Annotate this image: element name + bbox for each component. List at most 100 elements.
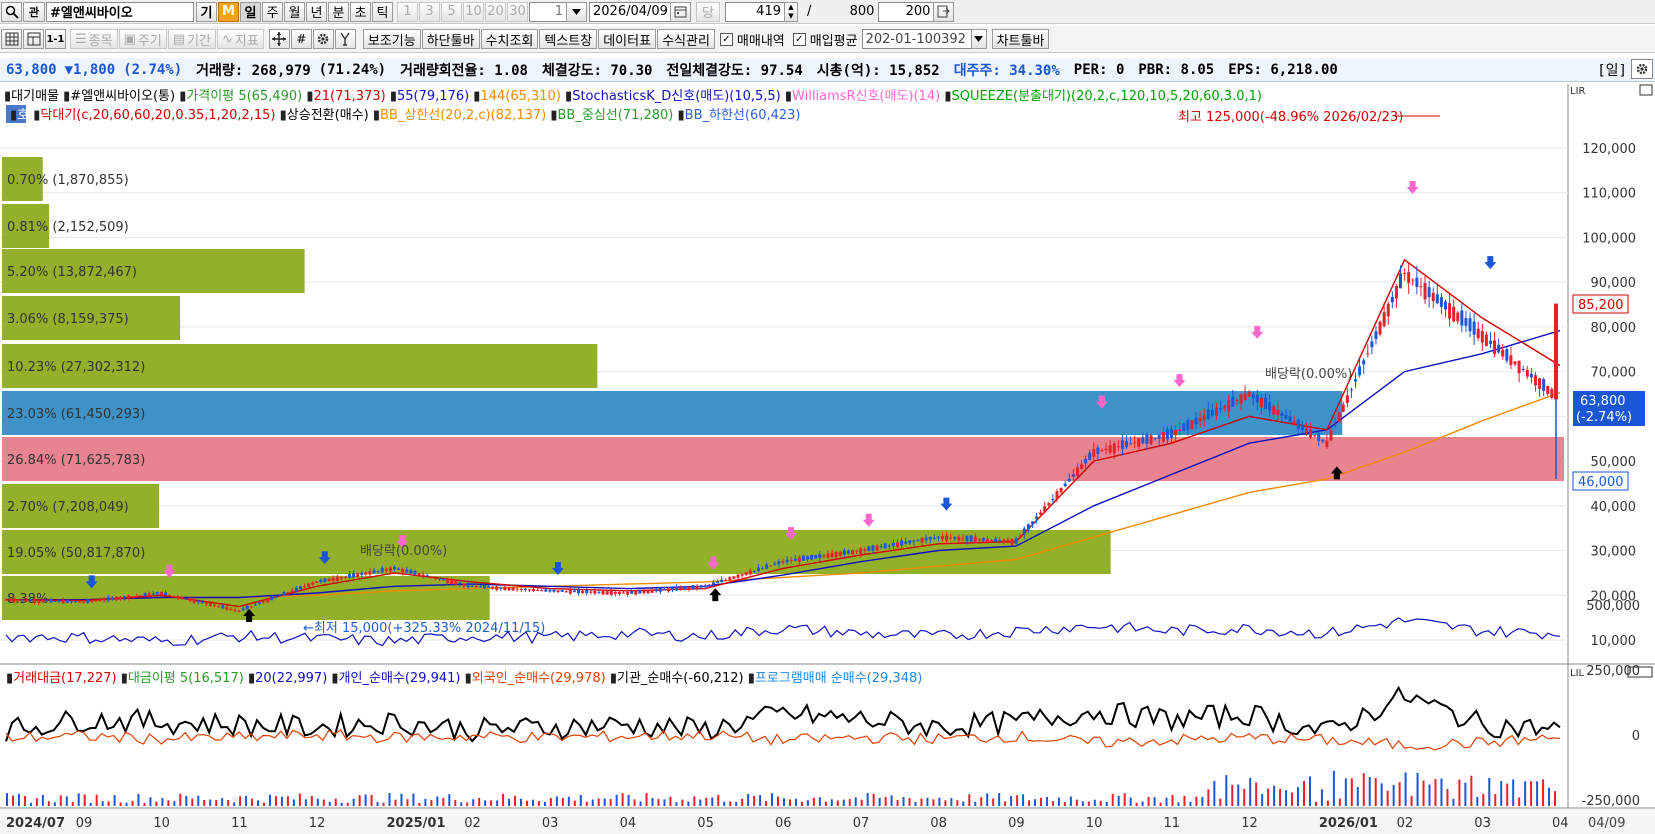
period-button[interactable]: ▣ 주기 <box>118 29 167 49</box>
zoom-apply-icon[interactable] <box>933 1 955 22</box>
minute-5[interactable]: 5 <box>441 1 462 22</box>
minute-1[interactable]: 1 <box>397 1 418 22</box>
candle-body <box>487 586 491 588</box>
indicator-button[interactable]: ∿ 지표 <box>217 29 264 49</box>
period-month[interactable]: 월 <box>284 1 305 22</box>
candle-body <box>290 590 294 593</box>
candle-body <box>883 543 887 549</box>
dock-icon[interactable] <box>1639 84 1653 96</box>
chart-toolbar-button[interactable]: 차트툴바 <box>991 29 1050 49</box>
period-day[interactable]: 일 <box>240 1 261 22</box>
grid-icon[interactable] <box>1 29 22 49</box>
tools-icon[interactable] <box>334 29 356 49</box>
lir-label[interactable]: LIR <box>1570 86 1586 97</box>
legend-item: 55(79,176) <box>397 89 473 104</box>
price-tick-label: 120,000 <box>1582 142 1636 157</box>
candle-body <box>556 590 560 593</box>
candle-body <box>364 572 368 575</box>
trade-value-bar <box>268 794 271 806</box>
checkmark-icon: ✓ <box>792 32 806 46</box>
trade-value-bar <box>998 793 1001 806</box>
total-count: 800 <box>849 4 875 19</box>
count-input[interactable]: 419 <box>725 1 785 22</box>
candle-body <box>1251 394 1255 399</box>
trade-value-bar <box>1147 796 1150 806</box>
date-input[interactable]: 2026/04/09 <box>589 1 671 22</box>
candle-body <box>1067 478 1071 482</box>
value-lookup-button[interactable]: 수치조회 <box>480 29 539 49</box>
legend-marker: ▮ <box>6 671 13 686</box>
candle-body <box>822 555 826 557</box>
bottom-toolbar-button[interactable]: 하단툴바 <box>421 29 480 49</box>
hash-icon[interactable]: # <box>290 29 312 49</box>
interval-input[interactable]: 1 <box>529 1 567 22</box>
trade-value-bar <box>1249 777 1252 806</box>
candle-body <box>1304 429 1308 432</box>
legend-marker: ▮ <box>473 89 480 104</box>
one-to-one-button[interactable]: 1-1 <box>45 29 66 49</box>
item-button[interactable]: ☰ 종목 <box>70 29 118 49</box>
m-button[interactable]: M <box>218 1 239 22</box>
period-year[interactable]: 년 <box>306 1 327 22</box>
legend-item: BB_하한선(60,423) <box>685 108 801 123</box>
candle-body <box>1456 312 1460 322</box>
settings-icon[interactable] <box>1631 59 1653 79</box>
candle-body <box>1533 375 1537 386</box>
crosshair-icon[interactable] <box>268 29 290 49</box>
kiwoom-button[interactable]: 기 <box>196 1 217 22</box>
lil-label[interactable]: LIL <box>1570 668 1585 679</box>
formula-manager-button[interactable]: 수식관리 <box>657 29 715 49</box>
period-week[interactable]: 주 <box>262 1 283 22</box>
candle-body <box>1092 448 1096 457</box>
account-dropdown[interactable] <box>970 29 987 49</box>
trade-value-bar <box>944 800 947 806</box>
period-second[interactable]: 초 <box>350 1 371 22</box>
minute-3[interactable]: 3 <box>419 1 440 22</box>
candle-body <box>86 599 90 603</box>
minute-20[interactable]: 20 <box>485 1 506 22</box>
candle-body <box>1431 292 1435 302</box>
layout-icon[interactable] <box>23 29 44 49</box>
legend-item: 거래대금(17,227) <box>13 671 121 686</box>
range-button[interactable]: ▤ 기간 <box>167 29 217 49</box>
candle-body <box>200 601 204 604</box>
text-window-button[interactable]: 텍스트창 <box>539 29 598 49</box>
volume-profile-bar <box>2 391 1343 435</box>
trade-history-checkbox[interactable]: ✓ 매매내역 <box>719 30 785 49</box>
gear-icon[interactable] <box>312 29 334 49</box>
legend-marker: ▮ <box>331 671 338 686</box>
lower-tick-label: 0 <box>1632 729 1640 744</box>
search-icon[interactable] <box>1 1 22 22</box>
candle-body <box>863 549 867 551</box>
trade-value-bar <box>531 799 534 806</box>
candle-body <box>973 536 977 543</box>
candle-body <box>1468 318 1472 332</box>
stock-name-input[interactable]: #엘앤씨바이오 <box>46 1 194 22</box>
stock-chart[interactable]: 0.70% (1,870,855) 0.81% (2,152,509) 5.20% … <box>0 84 1655 834</box>
period-minute[interactable]: 분 <box>328 1 349 22</box>
candle-body <box>143 593 147 597</box>
candle-body <box>192 599 196 603</box>
account-select[interactable]: 202-01-100392 <box>861 29 972 49</box>
minute-10[interactable]: 10 <box>463 1 484 22</box>
count-spinner[interactable]: ▲ ▼ <box>784 1 798 22</box>
candle-body <box>429 576 433 578</box>
aux-function-button[interactable]: 보조기능 <box>362 29 421 49</box>
time-axis-label: 02 <box>464 816 481 831</box>
dang-button[interactable]: 당 <box>696 1 720 22</box>
candle-body <box>777 561 781 565</box>
trade-value-bar <box>711 797 714 806</box>
zoom-input[interactable]: 200 <box>878 1 935 22</box>
period-tick[interactable]: 틱 <box>372 1 393 22</box>
trade-value-bar <box>1093 799 1096 806</box>
candle-body <box>1108 445 1112 453</box>
candle-body <box>1370 341 1374 348</box>
interval-dropdown[interactable] <box>566 1 587 22</box>
avg-buy-checkbox[interactable]: ✓ 매입평균 <box>792 30 858 49</box>
candle-body <box>437 578 441 580</box>
data-table-button[interactable]: 데이터표 <box>598 29 657 49</box>
minute-30[interactable]: 30 <box>507 1 528 22</box>
candle-body <box>110 597 114 600</box>
calendar-icon[interactable] <box>670 1 691 22</box>
candle-body <box>409 570 413 574</box>
